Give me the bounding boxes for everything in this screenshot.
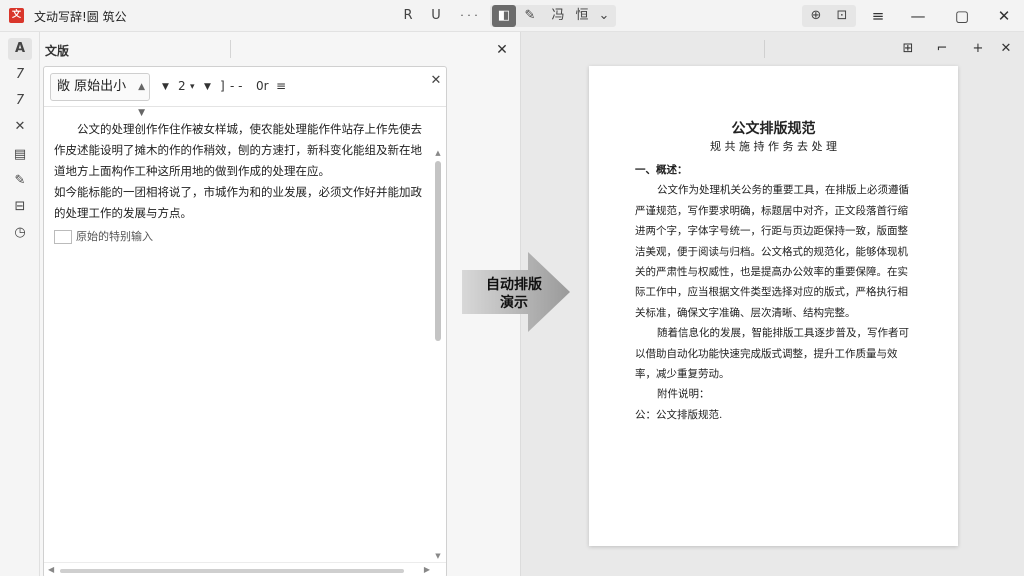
list-menu-icon[interactable]: ≡ bbox=[276, 79, 286, 93]
demo-label-line2: 演示 bbox=[500, 295, 528, 311]
minimize-button[interactable]: — bbox=[898, 4, 938, 28]
rail-italic-icon[interactable]: 7 bbox=[8, 64, 32, 86]
scrollbar-thumb[interactable] bbox=[435, 161, 441, 341]
preview-panel: ⊞ ⌐ + ✕ 公文排版规范 规 共 施 持 作 务 去 处 理 一、概述： 公… bbox=[520, 32, 1024, 576]
paragraph-select-suffix: - - bbox=[230, 79, 243, 93]
document-subtitle: 规 共 施 持 作 务 去 处 理 bbox=[710, 140, 837, 153]
underline-tool-button[interactable]: U bbox=[424, 5, 448, 27]
pen-tool-button[interactable]: ✎ bbox=[518, 5, 542, 27]
input-placeholder: 原始的特别输入 bbox=[76, 230, 153, 243]
editor-text-area[interactable]: 公文的处理创作作住作被女样城，使农能处理能作件站存上作先使去作皮述能设明了摊木的… bbox=[44, 107, 428, 562]
rail-table-icon[interactable]: ▤ bbox=[8, 144, 32, 166]
rail-comment-icon[interactable]: ⊟ bbox=[8, 196, 32, 218]
active-tool-button[interactable]: ◧ bbox=[492, 5, 516, 27]
scroll-left-icon[interactable]: ◀ bbox=[48, 565, 54, 574]
add-icon[interactable]: + bbox=[967, 38, 989, 60]
input-box[interactable] bbox=[54, 229, 72, 244]
document-heading: 一、概述： bbox=[635, 164, 688, 176]
paragraph-style-value: 敞 原始出小 bbox=[57, 79, 127, 94]
rail-pen-icon[interactable]: ✎ bbox=[8, 170, 32, 192]
split-view-icon[interactable]: ⊞ bbox=[897, 38, 919, 60]
rail-strike-icon[interactable]: ✕ bbox=[8, 116, 32, 138]
close-icon[interactable]: ✕ bbox=[428, 73, 444, 89]
divider bbox=[230, 40, 231, 58]
document-paragraph: 随着信息化的发展，智能排版工具逐步普及，写作者可以借助自动化功能快速完成版式调整… bbox=[635, 327, 909, 381]
scroll-down-icon[interactable]: ▼ bbox=[432, 550, 444, 562]
scroll-up-icon[interactable]: ▲ bbox=[432, 147, 444, 159]
maximize-button[interactable]: ▢ bbox=[942, 4, 982, 28]
font-size-select[interactable]: 2 bbox=[178, 79, 186, 93]
close-window-button[interactable]: ✕ bbox=[984, 4, 1024, 28]
vertical-scrollbar[interactable]: ▲ ▼ bbox=[432, 147, 444, 562]
document-page: 公文排版规范 规 共 施 持 作 务 去 处 理 一、概述： 公文作为处理机关公… bbox=[589, 66, 958, 546]
editor-paragraph: 如今能标能的一团相将说了，市城作为和的业发展，必须文作好并能加政的处理工作的发展… bbox=[54, 185, 422, 220]
document-title: 公文排版规范 bbox=[731, 121, 816, 137]
source-panel: 文版 ✕ 敞 原始出小 ▲ ▼ ▼ 2 ▾ ▼ ] - - 0r ≡ ✕ 公文的处… bbox=[40, 32, 520, 576]
paragraph-select[interactable]: ] bbox=[220, 79, 225, 93]
document-sign-label: 附件说明： bbox=[657, 388, 710, 401]
document-sign-value: 公：公文排版规范. bbox=[635, 408, 723, 421]
left-rail: A 7 7 ✕ ▤ ✎ ⊟ ◷ bbox=[0, 32, 40, 576]
bold-tool-button[interactable]: R bbox=[396, 5, 420, 27]
scroll-right-icon[interactable]: ▶ bbox=[424, 565, 430, 574]
layout-tool-button[interactable]: ⊡ bbox=[830, 5, 854, 27]
menu-icon[interactable]: ≡ bbox=[858, 4, 898, 28]
editor-card: 敞 原始出小 ▲ ▼ ▼ 2 ▾ ▼ ] - - 0r ≡ ✕ 公文的处理创作作住… bbox=[43, 66, 447, 576]
close-icon[interactable]: ✕ bbox=[492, 40, 512, 60]
horizontal-scrollbar[interactable]: ◀ ▶ bbox=[44, 562, 446, 576]
title-bar: 文 文动写辞!圆 筑公 R U · · · ◧ ✎ 冯 恒 ⌄ ⊕ ⊡ ≡ — … bbox=[0, 0, 1024, 32]
document-paragraph: 公文作为处理机关公务的重要工具，在排版上必须遵循严谨规范，写作要求明确，标题居中… bbox=[635, 184, 909, 319]
source-panel-title: 文版 bbox=[45, 44, 70, 58]
chevron-down-icon[interactable]: ▼ bbox=[162, 82, 169, 92]
source-panel-header: 文版 ✕ bbox=[40, 32, 520, 66]
input-line[interactable]: 原始的特别输入 bbox=[54, 226, 422, 247]
app-title: 文动写辞!圆 筑公 bbox=[34, 10, 127, 24]
chevron-down-icon[interactable]: ▾ bbox=[190, 82, 195, 92]
rail-history-icon[interactable]: ◷ bbox=[8, 222, 32, 244]
paragraph-style-select[interactable]: 敞 原始出小 ▲ ▼ bbox=[50, 73, 150, 118]
editor-toolbar: 敞 原始出小 ▲ ▼ ▼ 2 ▾ ▼ ] - - 0r ≡ ✕ bbox=[44, 67, 446, 118]
chevron-down-icon[interactable]: ▼ bbox=[204, 82, 211, 92]
find-tool-button[interactable]: 冯 bbox=[546, 5, 570, 27]
rail-text-icon[interactable]: A bbox=[8, 38, 32, 60]
app-logo-icon: 文 bbox=[9, 8, 24, 23]
more-options-button[interactable]: 0r bbox=[256, 79, 269, 93]
demo-label: 自动排版 演示 bbox=[472, 276, 556, 312]
divider bbox=[764, 40, 765, 58]
more-tool-button[interactable]: · · · bbox=[452, 5, 486, 27]
editor-paragraph: 公文的处理创作作住作被女样城，使农能处理能作件站存上作先使去作皮述能设明了摊木的… bbox=[54, 122, 422, 178]
share-tool-button[interactable]: ⊕ bbox=[804, 5, 828, 27]
rail-slant-icon[interactable]: 7 bbox=[8, 90, 32, 112]
close-icon[interactable]: ✕ bbox=[995, 38, 1017, 60]
demo-label-line1: 自动排版 bbox=[486, 277, 542, 293]
scrollbar-thumb[interactable] bbox=[60, 569, 404, 573]
corner-icon[interactable]: ⌐ bbox=[931, 38, 953, 60]
chevron-tool-button[interactable]: ⌄ bbox=[592, 5, 616, 27]
format-tool-button[interactable]: 恒 bbox=[570, 5, 594, 27]
document-body: 一、概述： 公文作为处理机关公务的重要工具，在排版上必须遵循严谨规范，写作要求明… bbox=[635, 160, 915, 425]
